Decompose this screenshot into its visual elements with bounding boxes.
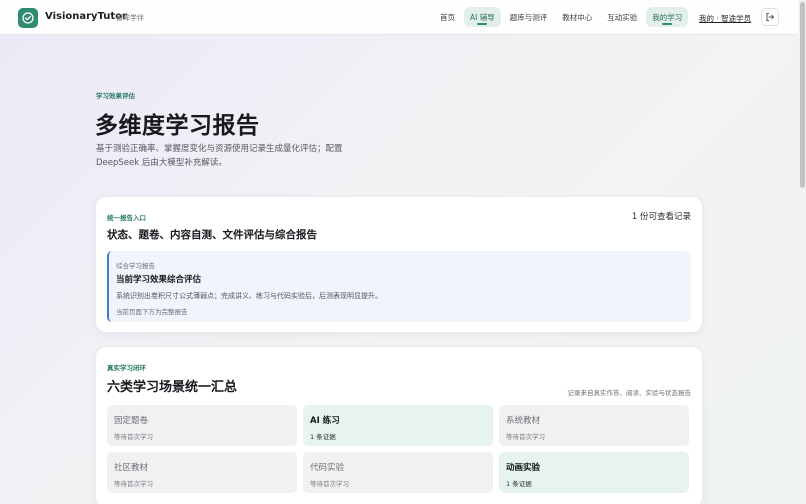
scene-name: 固定题卷 bbox=[114, 416, 149, 426]
report-title: 当前学习效果综合评估 bbox=[116, 275, 202, 285]
record-count: 1 份可查看记录 bbox=[631, 212, 691, 222]
scrollbar-thumb[interactable] bbox=[800, 2, 805, 188]
scenes-title: 六类学习场景统一汇总 bbox=[107, 380, 238, 395]
scene-name: 系统教材 bbox=[506, 416, 541, 426]
learning-scenes-card: 真实学习闭环 六类学习场景统一汇总 记录来自真实作答、阅读、实验与状态报告 固定… bbox=[96, 347, 702, 504]
page-title: 多维度学习报告 bbox=[95, 113, 260, 139]
scene-status: 等待首次学习 bbox=[506, 433, 545, 441]
report-entry-eyebrow: 统一报告入口 bbox=[107, 214, 146, 222]
page-description: 基于测验正确率、掌握度变化与资源使用记录生成量化评估；配置 DeepSeek 后… bbox=[96, 144, 343, 168]
scenes-source-note: 记录来自真实作答、阅读、实验与状态报告 bbox=[567, 389, 692, 397]
report-entry-title: 状态、题卷、内容自测、文件评估与综合报告 bbox=[107, 229, 317, 241]
scene-status: 等待首次学习 bbox=[114, 433, 153, 441]
scene-status: 等待首次学习 bbox=[114, 480, 153, 488]
logo-check-icon[interactable] bbox=[18, 8, 38, 28]
top-navigation-bar: VisionaryTutor 智眸学伴 首页 AI 辅导 题库与测评 教材中心 … bbox=[0, 0, 798, 35]
main-nav: 首页 AI 辅导 题库与测评 教材中心 互动实验 我的学习 bbox=[434, 7, 689, 27]
scene-status: 1 条证据 bbox=[506, 480, 532, 488]
report-description: 系统识别出卷积尺寸公式薄弱点；完成讲义、练习与代码实验后，后测表现明显提升。 bbox=[116, 292, 382, 300]
scenes-eyebrow: 真实学习闭环 bbox=[107, 364, 146, 372]
scene-name: 社区教材 bbox=[114, 463, 149, 473]
hero-eyebrow: 学习效果评估 bbox=[96, 92, 135, 100]
scene-tile-fixed-paper[interactable]: 固定题卷 等待首次学习 bbox=[107, 405, 297, 446]
comprehensive-report-item[interactable]: 综合学习报告 当前学习效果综合评估 系统识别出卷积尺寸公式薄弱点；完成讲义、练习… bbox=[107, 251, 691, 322]
brand-name[interactable]: VisionaryTutor bbox=[45, 11, 127, 22]
scene-name: 代码实验 bbox=[310, 463, 345, 473]
report-entry-card: 统一报告入口 状态、题卷、内容自测、文件评估与综合报告 1 份可查看记录 综合学… bbox=[96, 197, 702, 332]
nav-home[interactable]: 首页 bbox=[434, 7, 461, 27]
nav-ai-tutoring[interactable]: AI 辅导 bbox=[464, 7, 501, 27]
scene-name: 动画实验 bbox=[506, 463, 541, 473]
scene-tile-code-lab[interactable]: 代码实验 等待首次学习 bbox=[303, 452, 493, 493]
logout-icon bbox=[766, 13, 774, 21]
scene-tile-community-textbook[interactable]: 社区教材 等待首次学习 bbox=[107, 452, 297, 493]
report-note: 当前页面下方为完整报告 bbox=[116, 308, 188, 316]
logout-button[interactable] bbox=[761, 8, 779, 26]
brand-subtitle: 智眸学伴 bbox=[116, 14, 144, 22]
nav-interactive-lab[interactable]: 互动实验 bbox=[601, 7, 643, 27]
nav-textbook-center[interactable]: 教材中心 bbox=[556, 7, 598, 27]
scene-name: AI 练习 bbox=[310, 416, 340, 426]
scene-tile-system-textbook[interactable]: 系统教材 等待首次学习 bbox=[499, 405, 689, 446]
user-profile-link[interactable]: 我的 · 智途学员 bbox=[699, 13, 751, 24]
scene-tile-animation-lab[interactable]: 动画实验 1 条证据 bbox=[499, 452, 689, 493]
scene-status: 1 条证据 bbox=[310, 433, 336, 441]
nav-question-bank[interactable]: 题库与测评 bbox=[504, 7, 554, 27]
scene-status: 等待首次学习 bbox=[310, 480, 349, 488]
report-tag: 综合学习报告 bbox=[116, 262, 155, 270]
scene-tile-ai-practice[interactable]: AI 练习 1 条证据 bbox=[303, 405, 493, 446]
nav-my-learning[interactable]: 我的学习 bbox=[646, 7, 689, 27]
